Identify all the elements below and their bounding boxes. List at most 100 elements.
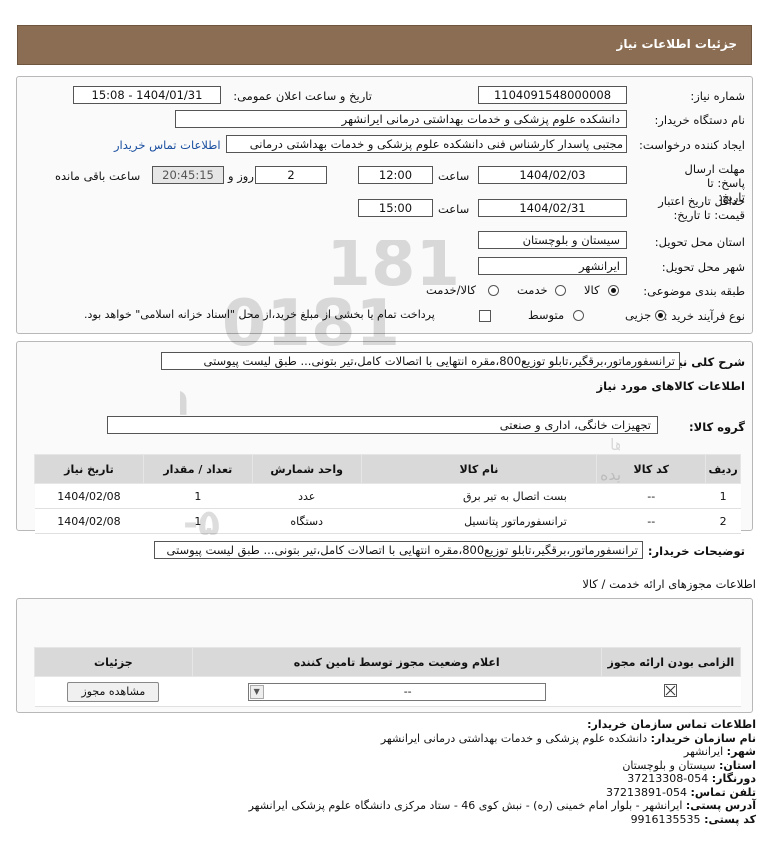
need-number-label: شماره نیاز:: [690, 89, 745, 103]
col-header-name: نام کالا: [360, 454, 598, 484]
validity-date-field: 1404/02/31: [478, 199, 627, 217]
days-label: روز و: [228, 169, 254, 183]
radio-empty-icon: [573, 310, 584, 321]
category-goods-label: کالا: [584, 283, 600, 297]
group-field: تجهیزات خانگی، اداری و صنعتی: [107, 416, 658, 434]
category-radio-both[interactable]: [488, 283, 499, 297]
announce-field: 1404/01/31 - 15:08: [73, 86, 221, 104]
cell-date: 1404/02/08: [34, 508, 144, 534]
process-label: نوع فرآیند خرید :: [663, 309, 745, 323]
goods-table: ردیف کد کالا نام کالا واحد شمارش تعداد /…: [34, 454, 741, 534]
remaining-time-field: 20:45:15: [152, 166, 224, 184]
status-cell: -- ▼: [192, 676, 602, 707]
buyer-field: دانشکده علوم پزشکی و خدمات بهداشتی درمان…: [175, 110, 627, 128]
cell-date: 1404/02/08: [34, 483, 144, 509]
contact-label: نام سازمان خریدار:: [650, 731, 756, 745]
contact-title: اطلاعات تماس سازمان خریدار:: [587, 718, 756, 731]
col-header-unit: واحد شمارش: [251, 454, 362, 484]
permit-status-value: --: [403, 684, 412, 698]
category-service-label: خدمت: [517, 283, 548, 297]
cell-name: بست اتصال به تیر برق: [361, 483, 597, 509]
radio-empty-icon: [555, 285, 566, 296]
permit-status-select[interactable]: -- ▼: [247, 682, 546, 701]
contact-label: استان:: [719, 758, 756, 772]
permits-title: اطلاعات مجوزهای ارائه خدمت / کالا: [582, 577, 756, 591]
need-number-field: 1104091548000008: [478, 86, 627, 104]
contact-section: اطلاعات تماس سازمان خریدار: نام سازمان خ…: [16, 718, 756, 826]
cell-code: --: [596, 508, 706, 534]
category-label: طبقه بندی موضوعی:: [643, 284, 745, 298]
cell-qty: 1: [143, 483, 253, 509]
table-row: -- ▼ مشاهده مجوز: [34, 676, 741, 707]
checkbox-x-icon: [664, 683, 678, 697]
contact-value: 054-37213308: [627, 772, 709, 785]
category-radio-service[interactable]: [555, 283, 566, 297]
contact-line-postal: کد پستی: 9916135535: [16, 813, 756, 827]
view-permit-button[interactable]: مشاهده مجوز: [67, 681, 160, 702]
contact-line-phone: تلفن تماس: 054-37213891: [16, 786, 756, 800]
process-medium-label: متوسط: [528, 308, 565, 322]
contact-value: 9916135535: [630, 812, 701, 826]
requester-field: مجتبی پاسدار کارشناس فنی دانشکده علوم پز…: [226, 135, 627, 153]
city-label: شهر محل تحویل:: [661, 260, 745, 274]
cell-code: --: [596, 483, 706, 509]
announce-label: تاریخ و ساعت اعلان عمومی:: [233, 89, 372, 103]
province-label: استان محل تحویل:: [654, 235, 745, 249]
process-radio-minor[interactable]: [655, 308, 666, 322]
col-header-qty: تعداد / مقدار: [142, 454, 253, 484]
col-header-row: ردیف: [705, 454, 741, 484]
contact-label: تلفن تماس:: [690, 785, 756, 799]
contact-line-org: نام سازمان خریدار: دانشکده علوم پزشکی و …: [16, 732, 756, 746]
validity-time-label: ساعت: [438, 202, 470, 216]
contact-label: شهر:: [726, 745, 756, 758]
contact-value: ایرانشهر: [683, 745, 724, 758]
contact-label: دورنگار:: [711, 772, 756, 785]
dropdown-arrow-icon[interactable]: ▼: [249, 684, 264, 699]
permits-table-header: الزامی بودن ارائه مجوز اعلام وضعیت مجوز …: [34, 647, 742, 677]
contact-line-city: شهر: ایرانشهر: [16, 745, 756, 759]
goods-table-header: ردیف کد کالا نام کالا واحد شمارش تعداد /…: [34, 454, 741, 484]
contact-line-fax: دورنگار: 054-37213308: [16, 772, 756, 786]
days-field: 2: [255, 166, 327, 184]
treasury-note: پرداخت تمام یا بخشی از مبلغ خرید،از محل …: [84, 308, 435, 321]
permits-table: الزامی بودن ارائه مجوز اعلام وضعیت مجوز …: [34, 647, 742, 707]
deadline-date-field: 1404/02/03: [478, 166, 627, 184]
table-row: 2 -- ترانسفورماتور پتانسیل دستگاه 1 1404…: [34, 508, 741, 534]
contact-line-province: استان: سیستان و بلوچستان: [16, 759, 756, 773]
desc-field: ترانسفورماتور،برقگیر،تابلو توزیع800،مقره…: [161, 352, 680, 370]
radio-selected-icon: [655, 310, 666, 321]
remaining-time-label: ساعت باقی مانده: [55, 169, 141, 183]
contact-buyer-link[interactable]: اطلاعات تماس خریدار: [114, 138, 221, 152]
page-header: جزئیات اطلاعات نیاز: [17, 25, 752, 65]
category-radio-goods[interactable]: [608, 283, 619, 297]
col-header-status: اعلام وضعیت مجوز توسط تامین کننده: [191, 647, 602, 677]
cell-row: 1: [705, 483, 741, 509]
details-cell: مشاهده مجوز: [34, 676, 193, 707]
col-header-details: جزئیات: [34, 647, 193, 677]
treasury-checkbox[interactable]: [479, 308, 491, 322]
col-header-date: تاریخ نیاز: [34, 454, 144, 484]
validity-label: حداقل تاریخ اعتبار قیمت: تا تاریخ:: [658, 194, 745, 222]
required-cell: [601, 676, 741, 707]
radio-empty-icon: [488, 285, 499, 296]
deadline-time-field: 12:00: [358, 166, 433, 184]
goods-info-title: اطلاعات کالاهای مورد نیاز: [596, 379, 745, 393]
contact-value: ایرانشهر - بلوار امام خمینی (ره) - نبش ک…: [248, 799, 683, 812]
cell-qty: 1: [143, 508, 253, 534]
page-title: جزئیات اطلاعات نیاز: [616, 37, 737, 51]
contact-line-address: آدرس پستی: ایرانشهر - بلوار امام خمینی (…: [16, 799, 756, 813]
checkbox-icon: [479, 309, 491, 322]
cell-row: 2: [705, 508, 741, 534]
cell-unit: دستگاه: [252, 508, 362, 534]
process-radio-medium[interactable]: [573, 308, 584, 322]
buyer-notes-field: ترانسفورماتور،برقگیر،تابلو توزیع800،مقره…: [154, 541, 643, 559]
cell-name: ترانسفورماتور پتانسیل: [361, 508, 597, 534]
contact-label: کد پستی:: [704, 812, 756, 826]
process-minor-label: جزیی: [625, 308, 652, 322]
deadline-time-label: ساعت: [438, 169, 470, 183]
buyer-notes-label: توضیحات خریدار:: [647, 544, 745, 558]
col-header-required: الزامی بودن ارائه مجوز: [600, 647, 742, 677]
requester-label: ایجاد کننده درخواست:: [639, 138, 745, 152]
radio-selected-icon: [608, 285, 619, 296]
city-field: ایرانشهر: [478, 257, 627, 275]
